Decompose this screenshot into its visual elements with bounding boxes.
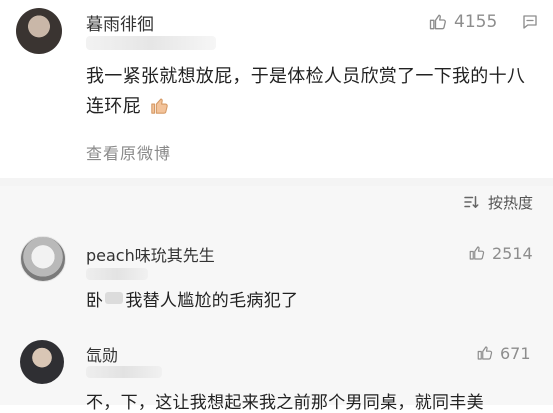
sort-label: 按热度 — [488, 193, 534, 212]
section-divider — [0, 178, 553, 186]
comment-icon[interactable] — [521, 13, 539, 31]
comment-text: 不，下，这让我想起来我之前那个男同桌，就同丰美 — [86, 393, 484, 413]
comment-text-part-a: 卧 — [86, 291, 104, 311]
comment-like-count: 671 — [500, 343, 531, 363]
comment-like-button[interactable]: 671 — [476, 342, 531, 364]
sort-icon — [462, 193, 480, 211]
comment-text: 卧 我替人尴尬的毛病犯了 — [86, 286, 298, 311]
comment-meta-blurred — [86, 366, 162, 378]
comment-avatar[interactable] — [20, 236, 66, 282]
sort-by-hot-button[interactable]: 按热度 — [462, 192, 533, 212]
thumbs-up-icon — [476, 344, 494, 362]
post-author-avatar[interactable] — [16, 8, 62, 54]
post-body: 我一紧张就想放屁，于是体检人员欣赏了一下我的十八连环屁 — [86, 62, 541, 122]
comment-author-name[interactable]: 氙勋 — [86, 342, 118, 366]
thumbs-up-icon — [428, 12, 448, 32]
comment-like-button[interactable]: 2514 — [468, 242, 533, 264]
blurred-text-segment — [105, 292, 124, 304]
post-like-button[interactable]: 4155 — [428, 10, 497, 34]
comment-like-count: 2514 — [492, 243, 533, 263]
comment-text-part-b: 我替人尴尬的毛病犯了 — [125, 291, 299, 311]
comment-avatar[interactable] — [20, 340, 64, 384]
post-author-name[interactable]: 暮雨徘徊 — [86, 10, 154, 35]
post-like-count: 4155 — [454, 12, 498, 32]
thumbs-up-emoji-icon — [149, 95, 171, 115]
post-meta-blurred — [86, 36, 216, 50]
view-original-link[interactable]: 查看原微博 — [86, 140, 171, 164]
comment-meta-blurred — [86, 268, 148, 280]
comment-author-name[interactable]: peach味玧其先生 — [86, 242, 215, 266]
thumbs-up-icon — [468, 244, 486, 262]
